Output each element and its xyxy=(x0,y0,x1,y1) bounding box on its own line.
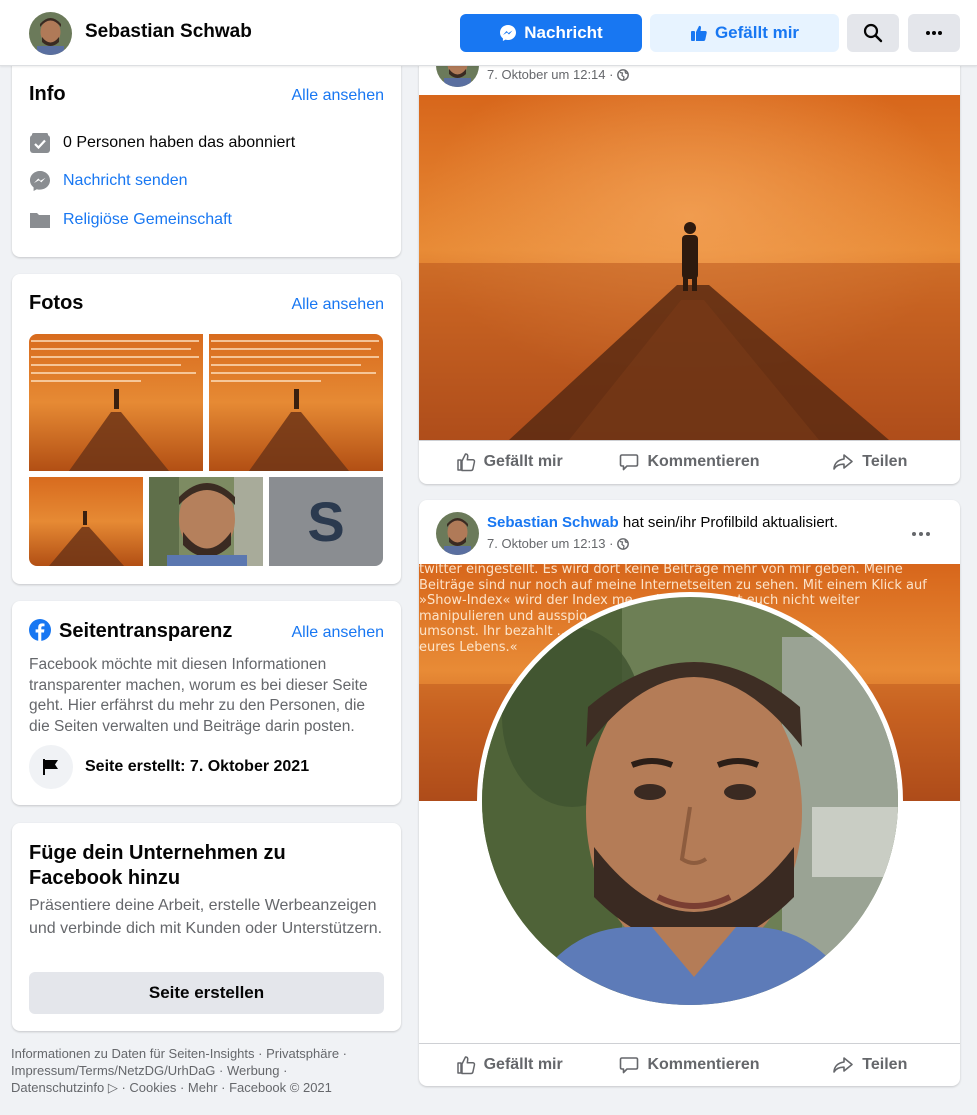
add-business-description: Präsentiere deine Arbeit, erstelle Werbe… xyxy=(29,897,383,937)
globe-icon xyxy=(617,68,630,81)
footer-line[interactable]: Datenschutzinfo ▷ · Cookies · Mehr · Fac… xyxy=(11,1079,391,1096)
comment-post-button[interactable]: Kommentieren xyxy=(599,1055,779,1075)
post-timestamp[interactable]: 7. Oktober um 12:13 · xyxy=(487,536,630,551)
post-action-bar: Gefällt mir Kommentieren Teilen xyxy=(419,1044,960,1086)
page-created-row: Seite erstellt: 7. Oktober 2021 xyxy=(29,745,309,789)
footer-line[interactable]: Informationen zu Daten für Seiten-Insigh… xyxy=(11,1045,391,1062)
post-card: 7. Oktober um 12:14 · Gefällt mir Kommen… xyxy=(419,60,960,484)
transparency-card: Seitentransparenz Alle ansehen Facebook … xyxy=(12,601,401,805)
like-post-button[interactable]: Gefällt mir xyxy=(419,1055,599,1075)
page-created-date: Seite erstellt: 7. Oktober 2021 xyxy=(85,758,310,775)
flag-icon xyxy=(29,745,73,789)
folder-icon xyxy=(29,209,51,231)
more-dots-icon xyxy=(926,31,942,35)
search-button[interactable] xyxy=(847,14,899,52)
transparency-see-all-link[interactable]: Alle ansehen xyxy=(291,624,384,642)
messenger-icon xyxy=(29,170,51,192)
thumbs-up-icon xyxy=(456,453,475,472)
footer-links: Informationen zu Daten für Seiten-Insigh… xyxy=(11,1045,391,1096)
thumbs-up-icon xyxy=(690,25,707,41)
transparency-title: Seitentransparenz xyxy=(59,620,233,642)
send-message-row[interactable]: Nachricht senden xyxy=(29,170,188,192)
post-header-text: Sebastian Schwab hat sein/ihr Profilbild… xyxy=(487,514,838,531)
category-row[interactable]: Religiöse Gemeinschaft xyxy=(29,209,232,231)
facebook-icon xyxy=(29,619,51,646)
photos-see-all-link[interactable]: Alle ansehen xyxy=(291,296,384,314)
add-business-card: Füge dein Unternehmen zu Facebook hinzu … xyxy=(12,823,401,1031)
follow-check-icon xyxy=(29,132,51,154)
photo-thumbnail[interactable] xyxy=(29,477,143,566)
transparency-description: Facebook möchte mit diesen Informationen… xyxy=(29,656,368,735)
photos-card: Fotos Alle ansehen S xyxy=(12,274,401,584)
page-avatar[interactable] xyxy=(29,12,72,55)
like-page-button[interactable]: Gefällt mir xyxy=(650,14,839,52)
share-icon xyxy=(833,1057,854,1073)
comment-post-button[interactable]: Kommentieren xyxy=(599,452,779,472)
message-button[interactable]: Nachricht xyxy=(460,14,642,52)
letter-photo-thumbnail[interactable]: S xyxy=(269,477,383,566)
category-link[interactable]: Religiöse Gemeinschaft xyxy=(63,211,232,229)
send-message-link[interactable]: Nachricht senden xyxy=(63,172,188,190)
like-post-button[interactable]: Gefällt mir xyxy=(419,452,599,472)
photo-thumbnail[interactable] xyxy=(29,334,203,471)
search-icon xyxy=(863,23,883,43)
thumbs-up-icon xyxy=(456,1056,475,1075)
messenger-icon xyxy=(500,25,517,41)
add-business-title: Füge dein Unternehmen zu Facebook hinzu xyxy=(29,842,286,889)
followers-row: 0 Personen haben das abonniert xyxy=(29,132,295,154)
share-icon xyxy=(833,454,854,470)
more-options-button[interactable] xyxy=(908,14,960,52)
post-card: Sebastian Schwab hat sein/ihr Profilbild… xyxy=(419,500,960,1086)
more-dots-icon xyxy=(912,532,930,536)
post-action-text: hat sein/ihr Profilbild aktualisiert. xyxy=(622,514,838,531)
post-timestamp[interactable]: 7. Oktober um 12:14 · xyxy=(487,67,630,82)
page-header: Sebastian Schwab Nachricht Gefällt mir xyxy=(0,0,977,66)
photo-thumbnail[interactable] xyxy=(209,334,383,471)
info-title: Info xyxy=(29,83,66,105)
post-action-bar: Gefällt mir Kommentieren Teilen xyxy=(419,441,960,483)
page-name[interactable]: Sebastian Schwab xyxy=(85,21,252,43)
post-author-avatar[interactable] xyxy=(436,512,479,555)
photos-title: Fotos xyxy=(29,292,84,314)
post-author-name[interactable]: Sebastian Schwab xyxy=(487,514,619,531)
profile-picture[interactable] xyxy=(477,592,903,1010)
share-post-button[interactable]: Teilen xyxy=(780,452,960,472)
post-image[interactable] xyxy=(419,95,960,440)
post-options-button[interactable] xyxy=(911,524,931,542)
letter-tile: S xyxy=(307,490,345,553)
comment-icon xyxy=(620,454,639,471)
create-page-button[interactable]: Seite erstellen xyxy=(29,972,384,1014)
photo-thumbnail[interactable] xyxy=(149,477,263,566)
followers-count: 0 Personen haben das abonniert xyxy=(63,134,296,151)
comment-icon xyxy=(620,1057,639,1074)
footer-line[interactable]: Impressum/Terms/NetzDG/UrhDaG · Werbung … xyxy=(11,1062,391,1079)
share-post-button[interactable]: Teilen xyxy=(780,1055,960,1075)
info-card: Info Alle ansehen 0 Personen haben das a… xyxy=(12,60,401,257)
globe-icon xyxy=(617,537,630,550)
info-see-all-link[interactable]: Alle ansehen xyxy=(291,87,384,105)
